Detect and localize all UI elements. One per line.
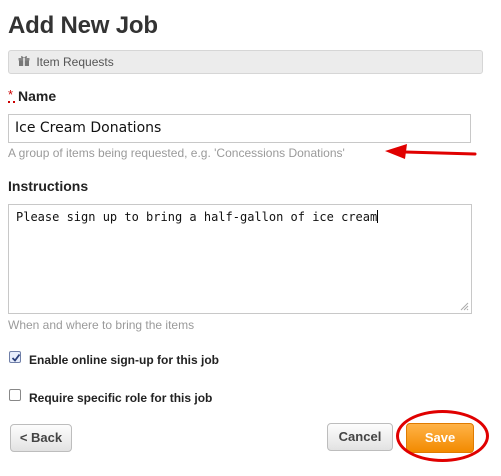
gift-icon	[18, 52, 30, 66]
cancel-button[interactable]: Cancel	[327, 423, 393, 451]
online-signup-checkbox[interactable]	[9, 351, 21, 363]
name-input[interactable]: Ice Cream Donations	[8, 114, 471, 143]
back-button[interactable]: < Back	[10, 424, 72, 452]
instructions-label: Instructions	[8, 178, 89, 194]
online-signup-label[interactable]: Enable online sign-up for this job	[29, 353, 219, 367]
instructions-textarea[interactable]: Please sign up to bring a half-gallon of…	[8, 204, 472, 314]
specific-role-checkbox[interactable]	[9, 389, 21, 401]
name-hint: A group of items being requested, e.g. '…	[8, 146, 345, 160]
annotation-arrow	[385, 144, 477, 159]
job-type-label: Item Requests	[36, 55, 114, 69]
required-underline	[8, 101, 15, 103]
instructions-text: Please sign up to bring a half-gallon of…	[16, 210, 378, 224]
instructions-hint: When and where to bring the items	[8, 318, 195, 332]
checkmark-icon	[11, 353, 21, 362]
text-caret	[377, 210, 379, 223]
page-title: Add New Job	[8, 12, 158, 39]
name-label: Name	[18, 88, 57, 104]
job-type-bar: Item Requests	[8, 50, 483, 74]
required-marker: *	[8, 87, 14, 102]
resize-grip-icon[interactable]	[460, 302, 469, 311]
save-button[interactable]: Save	[406, 423, 474, 453]
specific-role-label[interactable]: Require specific role for this job	[29, 391, 212, 405]
